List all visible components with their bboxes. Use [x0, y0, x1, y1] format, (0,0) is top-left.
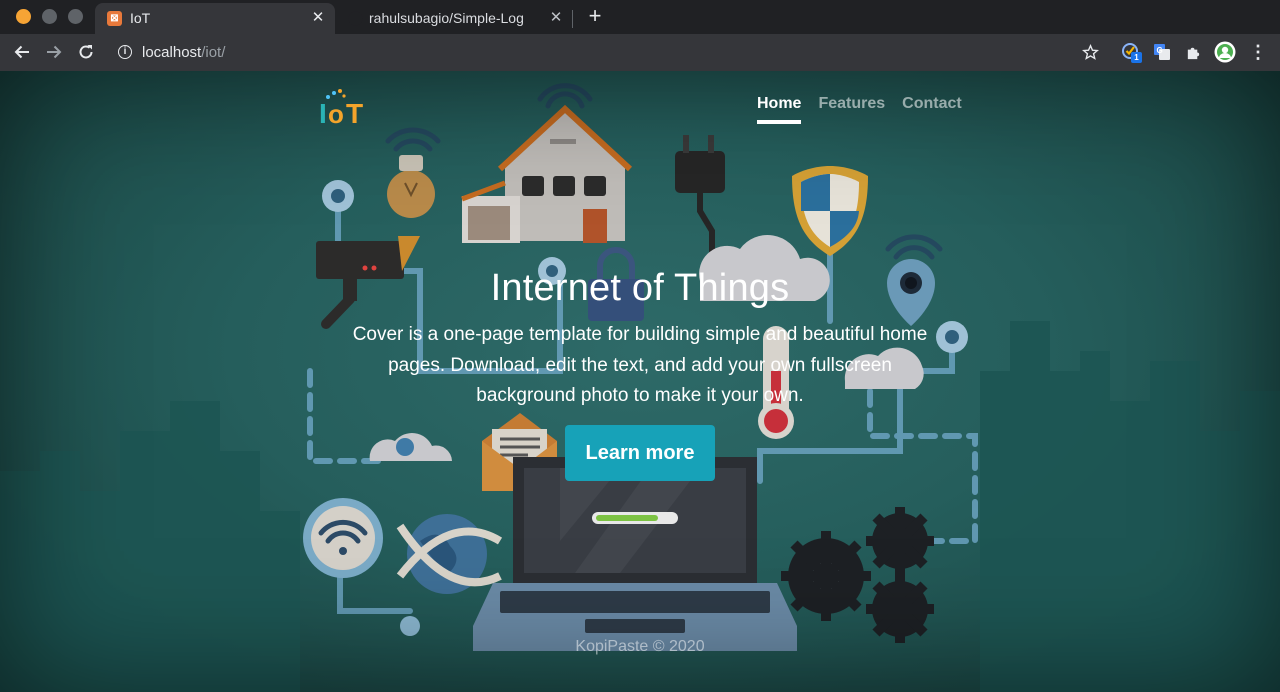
back-button[interactable]	[9, 39, 35, 65]
url-path: /iot/	[201, 44, 226, 61]
nav-link-features[interactable]: Features	[818, 95, 885, 124]
address-bar[interactable]: i localhost/iot/	[108, 37, 1114, 68]
new-tab-button[interactable]: +	[584, 5, 606, 28]
svg-text:T: T	[346, 98, 363, 127]
translate-extension-icon[interactable]: G	[1150, 40, 1174, 64]
page-viewport: I o T Home Features Contact Internet of …	[0, 71, 1280, 692]
url-text[interactable]: localhost/iot/	[142, 44, 225, 61]
tab-github[interactable]: rahulsubagio/Simple-Log ✕	[340, 3, 572, 34]
puzzle-extensions-icon[interactable]	[1181, 40, 1205, 64]
svg-text:I: I	[319, 98, 327, 127]
window-minimize-button[interactable]	[42, 9, 57, 24]
svg-text:G: G	[1157, 46, 1163, 55]
reload-icon	[79, 45, 93, 59]
reload-button[interactable]	[73, 39, 99, 65]
browser-tab-bar: ⊠ IoT ✕ rahulsubagio/Simple-Log ✕ +	[0, 0, 1280, 34]
nav-link-contact[interactable]: Contact	[902, 95, 962, 124]
browser-toolbar: i localhost/iot/ 1 G ⋮	[0, 34, 1280, 71]
tab-title: IoT	[130, 10, 151, 26]
avatar[interactable]	[1213, 40, 1237, 64]
hero-title: Internet of Things	[490, 267, 790, 309]
iot-logo[interactable]: I o T	[318, 87, 374, 127]
bookmark-star-icon[interactable]	[1078, 40, 1102, 64]
tab-close-icon[interactable]: ✕	[546, 8, 566, 28]
tab-iot[interactable]: ⊠ IoT ✕	[95, 3, 335, 34]
todo-extension-icon[interactable]: 1	[1119, 40, 1143, 64]
more-menu-icon[interactable]: ⋮	[1246, 40, 1270, 64]
learn-more-button[interactable]: Learn more	[565, 425, 715, 481]
footer-copyright: KopiPaste © 2020	[575, 638, 705, 655]
tab-divider	[572, 10, 573, 28]
github-icon	[348, 11, 363, 26]
window-maximize-button[interactable]	[68, 9, 83, 24]
nav-link-home[interactable]: Home	[757, 95, 802, 124]
site-info-icon[interactable]: i	[118, 45, 132, 59]
extension-badge: 1	[1131, 52, 1142, 63]
tab-close-icon[interactable]: ✕	[308, 8, 328, 28]
svg-text:o: o	[328, 99, 344, 127]
window-close-button[interactable]	[16, 9, 31, 24]
forward-button[interactable]	[41, 39, 67, 65]
tab-title: rahulsubagio/Simple-Log	[369, 10, 524, 26]
arrow-left-icon	[14, 45, 29, 59]
xampp-icon: ⊠	[107, 11, 122, 26]
hero-lead-text: Cover is a one-page template for buildin…	[352, 324, 928, 406]
url-host: localhost	[142, 44, 202, 61]
arrow-right-icon	[47, 45, 62, 59]
main-nav: Home Features Contact	[757, 95, 979, 124]
